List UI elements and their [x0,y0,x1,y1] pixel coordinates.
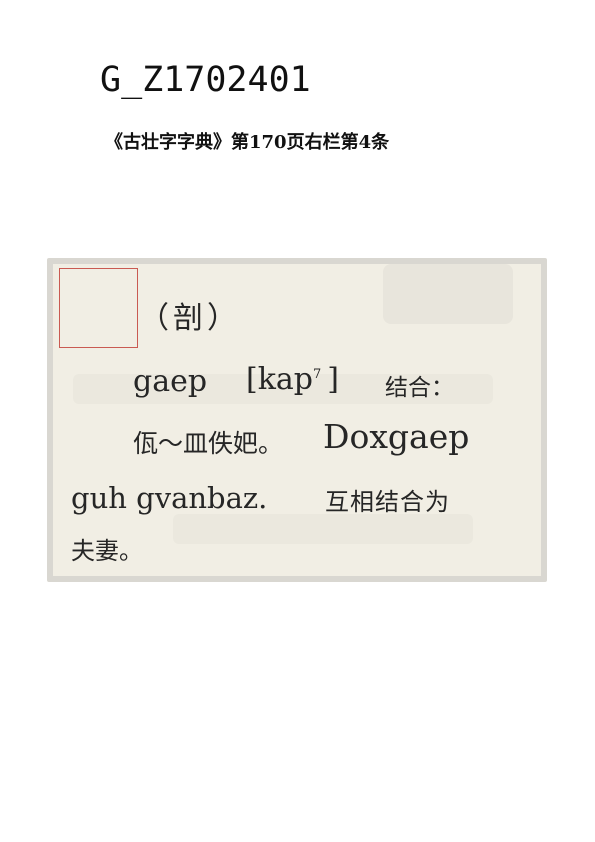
dictionary-scan: 𬲀 （剖） gaep [kap7] 结合： 佤～皿佚妑。 Doxgaep guh… [47,258,547,582]
example-romanization-1: Doxgaep [323,420,469,453]
ipa-open: [kap [246,362,313,397]
page-title: G_Z1702401 𬲀 [100,60,333,100]
ipa-close: ] [327,362,339,397]
scan-paper: 𬲀 （剖） gaep [kap7] 结合： 佤～皿佚妑。 Doxgaep guh… [53,264,541,576]
entry-id: G_Z1702401 [100,60,311,100]
bleed-through-shade [383,264,513,324]
example-romanization-2: guh gvanbaz. [71,484,267,513]
example-zhuang-chars: 佤～皿佚妑。 [133,431,283,456]
headword-gloss: （剖） [139,304,241,334]
source-citation: 《古壮字字典》第170页右栏第4条 [105,128,389,154]
ipa-tone: 7 [313,367,321,382]
example-translation-end: 夫妻。 [71,539,143,563]
romanization: gaep [133,367,207,397]
example-translation: 互相结合为 [325,490,450,514]
headword-highlight-box [59,268,138,348]
ipa-transcription: [kap7] [246,365,339,395]
bleed-through-shade [173,514,473,544]
meaning: 结合： [385,377,454,400]
